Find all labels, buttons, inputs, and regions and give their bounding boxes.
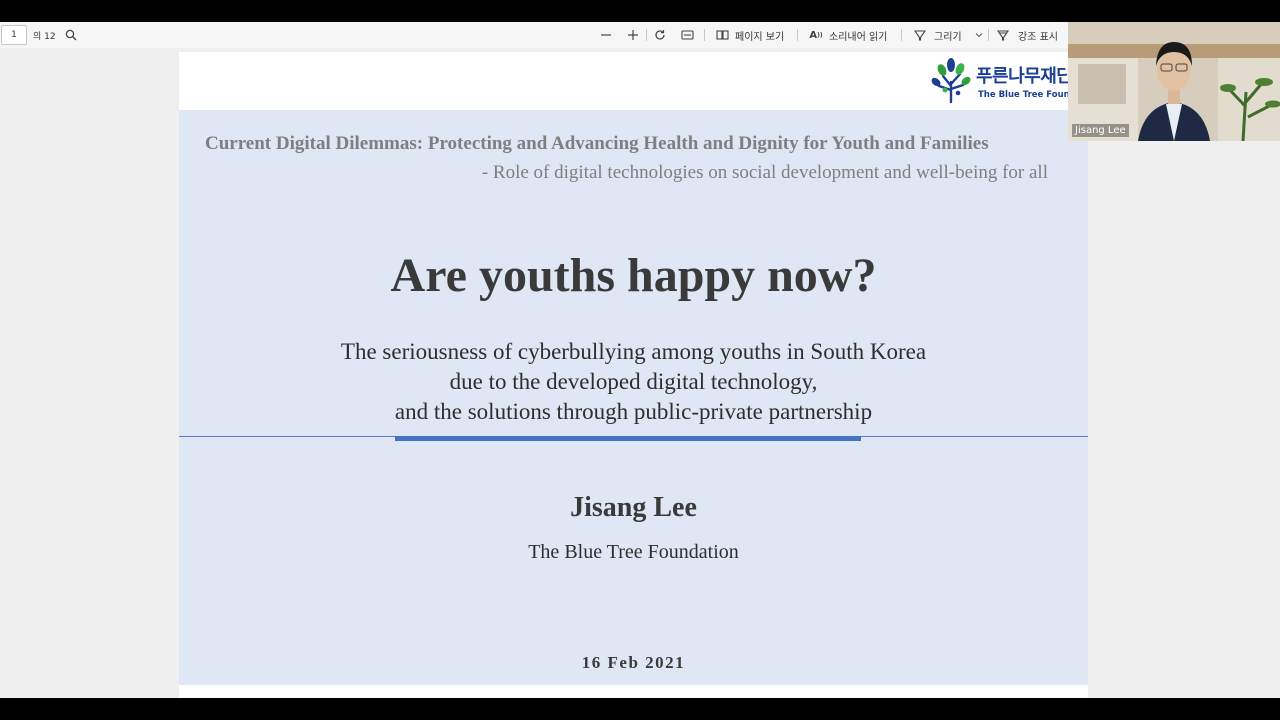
search-button[interactable] [64, 22, 78, 48]
description-line: The seriousness of cyberbullying among y… [340, 339, 927, 364]
search-icon [64, 28, 78, 42]
page-view-label: 페이지 보기 [735, 31, 785, 43]
presentation-date: 16 Feb 2021 [581, 653, 686, 672]
slide-description: The seriousness of cyberbullying among y… [179, 337, 1088, 427]
toolbar-divider [704, 29, 705, 41]
toolbar-divider [797, 29, 798, 41]
description-line: due to the developed digital technology, [449, 369, 818, 394]
accent-bar [395, 436, 861, 441]
pdf-toolbar: 1 의 12 페이지 보기 A)) 소리내어 읽기 그리기 강조 표시 [0, 22, 1068, 49]
read-aloud-button[interactable]: A)) 소리내어 읽기 [809, 22, 887, 48]
conference-subtitle: - Role of digital technologies on social… [481, 162, 1048, 183]
page-total-label: 의 12 [33, 31, 56, 42]
page-view-icon [715, 28, 729, 42]
blue-tree-logo: 푸른나무재단 The Blue Tree Foundation [929, 56, 1100, 106]
page-number-input[interactable]: 1 [1, 25, 27, 45]
tree-logo-icon [931, 58, 971, 104]
draw-options-button[interactable] [972, 22, 986, 48]
fit-page-icon [680, 28, 694, 42]
draw-label: 그리기 [934, 31, 962, 43]
pdf-page: 푸른나무재단 The Blue Tree Foundation Current … [179, 52, 1100, 698]
toolbar-divider [901, 29, 902, 41]
chevron-down-icon [972, 28, 986, 42]
participant-name-label: Jisang Lee [1072, 124, 1129, 137]
zoom-out-button[interactable] [599, 22, 613, 48]
speaker-organization: The Blue Tree Foundation [528, 541, 739, 563]
highlight-button[interactable]: 강조 표시 [996, 22, 1058, 48]
toolbar-divider [988, 29, 989, 41]
plus-icon [626, 28, 640, 42]
draw-icon [913, 28, 927, 42]
highlight-icon [996, 28, 1010, 42]
zoom-in-button[interactable] [626, 22, 640, 48]
conference-title: Current Digital Dilemmas: Protecting and… [205, 133, 989, 154]
fit-page-button[interactable] [680, 22, 694, 48]
participant-video-tile[interactable]: Jisang Lee [1068, 22, 1280, 141]
read-aloud-icon: A)) [809, 29, 823, 41]
description-line: and the solutions through public-private… [394, 399, 873, 424]
rotate-button[interactable] [653, 22, 667, 48]
speaker-name: Jisang Lee [570, 492, 697, 523]
page-view-button[interactable]: 페이지 보기 [715, 22, 784, 48]
logo-korean-text: 푸른나무재단 [976, 66, 1073, 87]
rotate-icon [653, 28, 667, 42]
minus-icon [599, 28, 613, 42]
highlight-label: 강조 표시 [1018, 31, 1058, 43]
read-aloud-label: 소리내어 읽기 [829, 31, 888, 43]
page-footer-band [179, 685, 1088, 698]
draw-button[interactable]: 그리기 [913, 22, 962, 48]
toolbar-divider [646, 29, 647, 41]
slide-title: Are youths happy now? [390, 249, 877, 302]
